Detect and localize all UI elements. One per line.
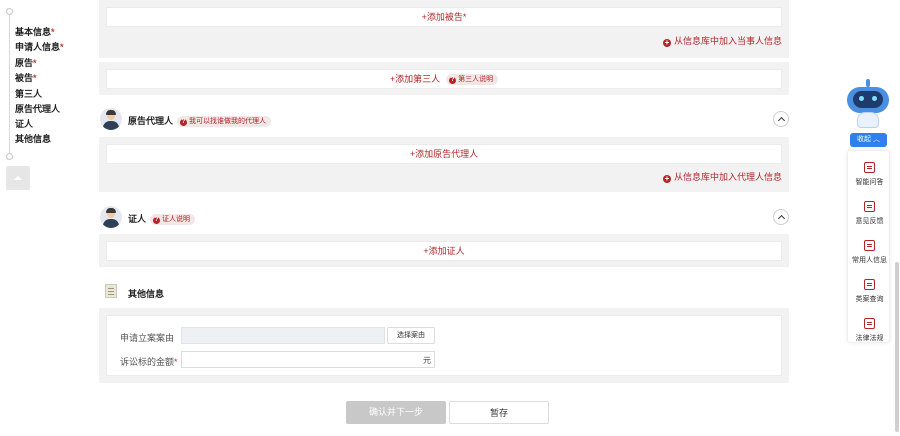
tool-frequent-contacts[interactable]: 常用人信息 [848, 231, 891, 269]
section-title-other: 其他信息 [128, 289, 165, 299]
collapse-toolbar-button[interactable]: 收起 ︿ [850, 133, 887, 147]
cause-label: 申请立案案由 [120, 333, 175, 343]
add-plaintiff-agent-button[interactable]: +添加原告代理人 [106, 144, 782, 164]
third-party-help-tag[interactable]: ? 第三人说明 [446, 74, 499, 85]
add-defendant-button[interactable]: +添加被告* [106, 7, 782, 27]
tool-case-search[interactable]: 类案查询 [848, 270, 891, 308]
amount-label: 诉讼标的金额* [120, 357, 178, 367]
nav-item-applicant-info[interactable]: 申请人信息* [15, 40, 64, 53]
document-icon [105, 284, 117, 298]
plus-circle-icon: + [662, 174, 671, 183]
add-agent-from-db-link[interactable]: + 从信息库中加入代理人信息 [662, 170, 782, 183]
save-draft-button[interactable]: 暂存 [449, 401, 549, 424]
section-title: 证人? 证人说明 [128, 212, 196, 225]
select-cause-button[interactable]: 选择案由 [387, 327, 435, 344]
nav-item-plaintiff[interactable]: 原告* [15, 56, 37, 69]
witness-header: 证人? 证人说明 [99, 206, 789, 232]
collapse-chevron-button[interactable] [773, 111, 789, 127]
nav-item-defendant[interactable]: 被告* [15, 71, 37, 84]
nav-timeline [9, 8, 10, 158]
amount-input[interactable]: 元 [181, 351, 435, 368]
question-icon: ? [153, 217, 161, 224]
nav-dot-top [6, 8, 13, 15]
nav-item-basic-info[interactable]: 基本信息* [15, 25, 55, 38]
avatar-icon [100, 206, 122, 228]
nav-item-other-info[interactable]: 其他信息 [15, 132, 51, 145]
case-search-icon [864, 279, 875, 290]
plaintiff-agent-header: 原告代理人? 我可以找谁做我的代理人 [99, 108, 789, 134]
add-witness-button[interactable]: +添加证人 [106, 241, 782, 261]
collapse-chevron-button[interactable] [773, 209, 789, 225]
cause-input [181, 327, 385, 344]
tool-feedback[interactable]: 意见反馈 [848, 192, 891, 230]
amount-unit: 元 [423, 356, 431, 365]
back-to-top-button[interactable] [6, 166, 30, 190]
contacts-icon [864, 240, 875, 251]
add-third-party-button[interactable]: +添加第三人? 第三人说明 [106, 69, 782, 89]
section-title: 原告代理人? 我可以找谁做我的代理人 [128, 114, 272, 127]
question-icon: ? [449, 77, 457, 84]
nav-dot-bottom [6, 153, 13, 160]
law-book-icon [864, 318, 875, 329]
nav-item-plaintiff-agent[interactable]: 原告代理人 [15, 102, 60, 115]
chat-icon [864, 162, 875, 173]
tool-smart-qa[interactable]: 智能问答 [848, 153, 891, 191]
feedback-icon [864, 201, 875, 212]
question-icon: ? [180, 119, 188, 126]
plus-circle-icon: + [662, 38, 671, 47]
nav-item-witness[interactable]: 证人 [15, 117, 33, 130]
tool-laws-regulations[interactable]: 法律法规 [848, 309, 891, 347]
assistant-robot-icon[interactable] [843, 79, 893, 133]
witness-help-tag[interactable]: ? 证人说明 [150, 214, 196, 225]
confirm-next-button[interactable]: 确认并下一步 [346, 401, 446, 424]
page-scrollbar[interactable] [895, 262, 899, 432]
avatar-icon [100, 108, 122, 130]
right-toolbar: 智能问答 意见反馈 常用人信息 类案查询 法律法规 [847, 150, 890, 343]
agent-help-tag[interactable]: ? 我可以找谁做我的代理人 [177, 116, 272, 127]
add-party-from-db-link[interactable]: + 从信息库中加入当事人信息 [662, 34, 782, 47]
nav-item-third-party[interactable]: 第三人 [15, 87, 42, 100]
